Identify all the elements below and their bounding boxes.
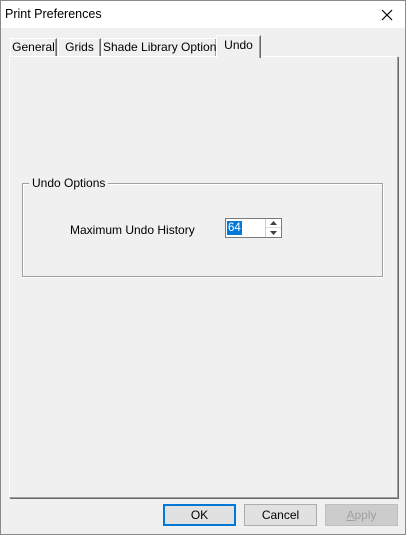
max-undo-history-label: Maximum Undo History [70, 223, 195, 237]
tab-strip: General Grids Shade Library Options Undo [1, 28, 405, 58]
spin-down-button[interactable] [266, 228, 281, 237]
max-undo-history-spinner[interactable]: 64 [225, 218, 282, 238]
undo-options-group: Undo Options Maximum Undo History 64 [22, 176, 383, 277]
ok-button[interactable]: OK [163, 504, 236, 526]
close-button[interactable] [369, 1, 405, 28]
title-bar: Print Preferences [1, 1, 405, 28]
tab-undo-label: Undo [224, 38, 253, 52]
max-undo-history-input[interactable]: 64 [227, 221, 242, 235]
tab-shade-library-options[interactable]: Shade Library Options [102, 38, 222, 56]
tab-undo[interactable]: Undo [216, 35, 261, 58]
apply-button[interactable]: Apply [325, 504, 398, 526]
spinner-arrows [265, 219, 281, 237]
print-preferences-dialog: Print Preferences General Grids Shade Li… [0, 0, 406, 535]
close-icon [381, 9, 393, 20]
window-title: Print Preferences [5, 7, 102, 21]
undo-tab-page: Undo Options Maximum Undo History 64 [9, 56, 398, 498]
arrow-up-icon [270, 221, 277, 225]
arrow-down-icon [270, 230, 277, 235]
spin-up-button[interactable] [266, 219, 281, 228]
cancel-button[interactable]: Cancel [244, 504, 317, 526]
undo-options-group-label: Undo Options [29, 176, 109, 190]
tab-general[interactable]: General [10, 38, 57, 56]
tab-grids[interactable]: Grids [58, 38, 101, 56]
tab-general-label: General [12, 40, 55, 54]
tab-grids-label: Grids [65, 40, 94, 54]
tab-shade-library-options-label: Shade Library Options [103, 40, 223, 54]
